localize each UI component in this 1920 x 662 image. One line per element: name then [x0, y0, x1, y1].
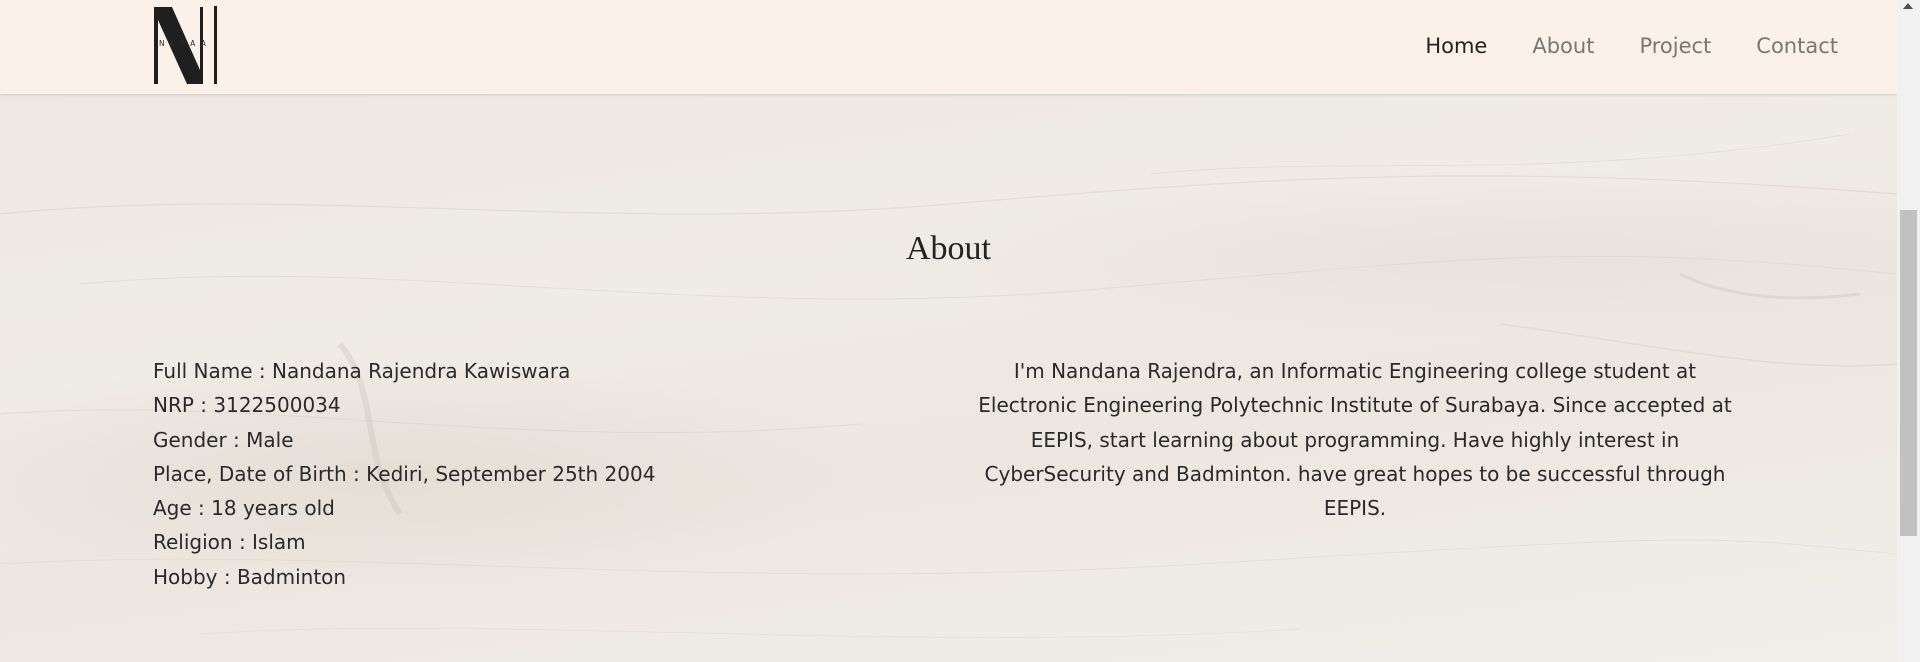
about-title: About	[906, 230, 991, 267]
scrollbar-thumb[interactable]	[1900, 210, 1917, 536]
personal-details-list: Full Name : Nandana Rajendra Kawiswara N…	[153, 354, 655, 594]
detail-nrp: NRP : 3122500034	[153, 393, 341, 418]
nav-about-link[interactable]: About	[1532, 30, 1594, 62]
navbar: NARAA Home About Project Contact	[0, 0, 1897, 94]
bio-paragraph: I'm Nandana Rajendra, an Informatic Engi…	[978, 359, 1732, 521]
detail-religion: Religion : Islam	[153, 530, 306, 555]
brand-logo[interactable]: NARAA	[152, 6, 218, 84]
nav-project-link[interactable]: Project	[1639, 30, 1711, 62]
nav-home-link[interactable]: Home	[1425, 30, 1487, 62]
logo-wordmark: NARAA	[158, 39, 212, 48]
scroll-up-arrow-icon[interactable]	[1903, 3, 1913, 9]
vertical-scrollbar[interactable]	[1897, 0, 1920, 662]
main-nav: Home About Project Contact	[1380, 30, 1838, 62]
detail-birth: Place, Date of Birth : Kediri, September…	[153, 461, 656, 486]
detail-full-name: Full Name : Nandana Rajendra Kawiswara	[153, 359, 571, 383]
page: NARAA Home About Project Contact About F…	[0, 0, 1897, 662]
detail-age: Age : 18 years old	[153, 496, 335, 521]
detail-hobby: Hobby : Badminton	[153, 564, 347, 589]
nav-contact-link[interactable]: Contact	[1756, 30, 1838, 62]
about-section: About Full Name : Nandana Rajendra Kawis…	[0, 94, 1897, 662]
detail-gender: Gender : Male	[153, 427, 294, 452]
